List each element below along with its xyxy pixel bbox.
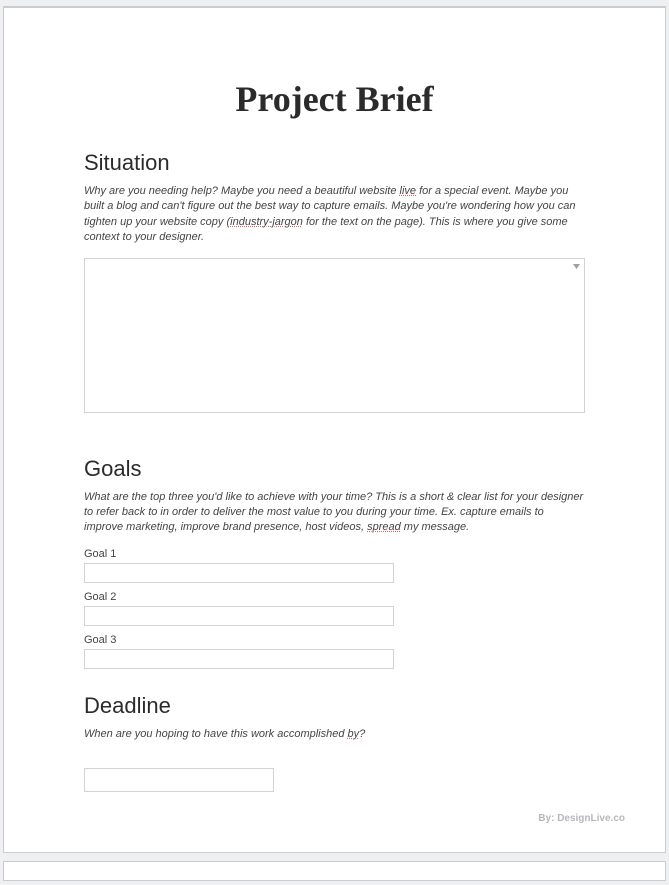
situation-input[interactable]: [84, 258, 585, 413]
spellcheck-underline[interactable]: industry-jargon: [230, 216, 303, 228]
deadline-heading: Deadline: [84, 693, 615, 719]
goal-row: Goal 1: [84, 548, 615, 583]
deadline-input[interactable]: [84, 768, 274, 792]
spellcheck-underline[interactable]: by: [348, 728, 360, 740]
goals-prompt-text-1: What are the top three you'd like to ach…: [84, 491, 583, 534]
next-page-peek: [3, 861, 666, 881]
goal-2-input[interactable]: [84, 606, 394, 626]
situation-section: Situation Why are you needing help? Mayb…: [54, 150, 615, 418]
situation-prompt-text-1: Why are you needing help? Maybe you need…: [84, 185, 400, 197]
dropdown-caret-icon[interactable]: [571, 262, 581, 272]
goal-label: Goal 2: [84, 591, 615, 603]
deadline-prompt: When are you hoping to have this work ac…: [84, 727, 585, 742]
page-title: Project Brief: [54, 78, 615, 120]
document-page: Project Brief Situation Why are you need…: [3, 7, 666, 853]
goals-heading: Goals: [84, 456, 615, 482]
goal-label: Goal 1: [84, 548, 615, 560]
goal-row: Goal 3: [84, 634, 615, 669]
goal-label: Goal 3: [84, 634, 615, 646]
goal-row: Goal 2: [84, 591, 615, 626]
spellcheck-underline[interactable]: spread: [367, 521, 401, 533]
situation-textarea-wrap: [84, 258, 585, 418]
deadline-prompt-text-1: When are you hoping to have this work ac…: [84, 728, 348, 740]
goal-3-input[interactable]: [84, 649, 394, 669]
deadline-section: Deadline When are you hoping to have thi…: [54, 693, 615, 792]
goal-1-input[interactable]: [84, 563, 394, 583]
goals-section: Goals What are the top three you'd like …: [54, 456, 615, 669]
goals-prompt-text-2: my message.: [401, 521, 469, 533]
situation-prompt: Why are you needing help? Maybe you need…: [84, 184, 585, 246]
spellcheck-underline[interactable]: live: [400, 185, 417, 197]
deadline-prompt-text-2: ?: [359, 728, 365, 740]
byline: By: DesignLive.co: [538, 813, 625, 824]
situation-heading: Situation: [84, 150, 615, 176]
goals-prompt: What are the top three you'd like to ach…: [84, 490, 585, 536]
